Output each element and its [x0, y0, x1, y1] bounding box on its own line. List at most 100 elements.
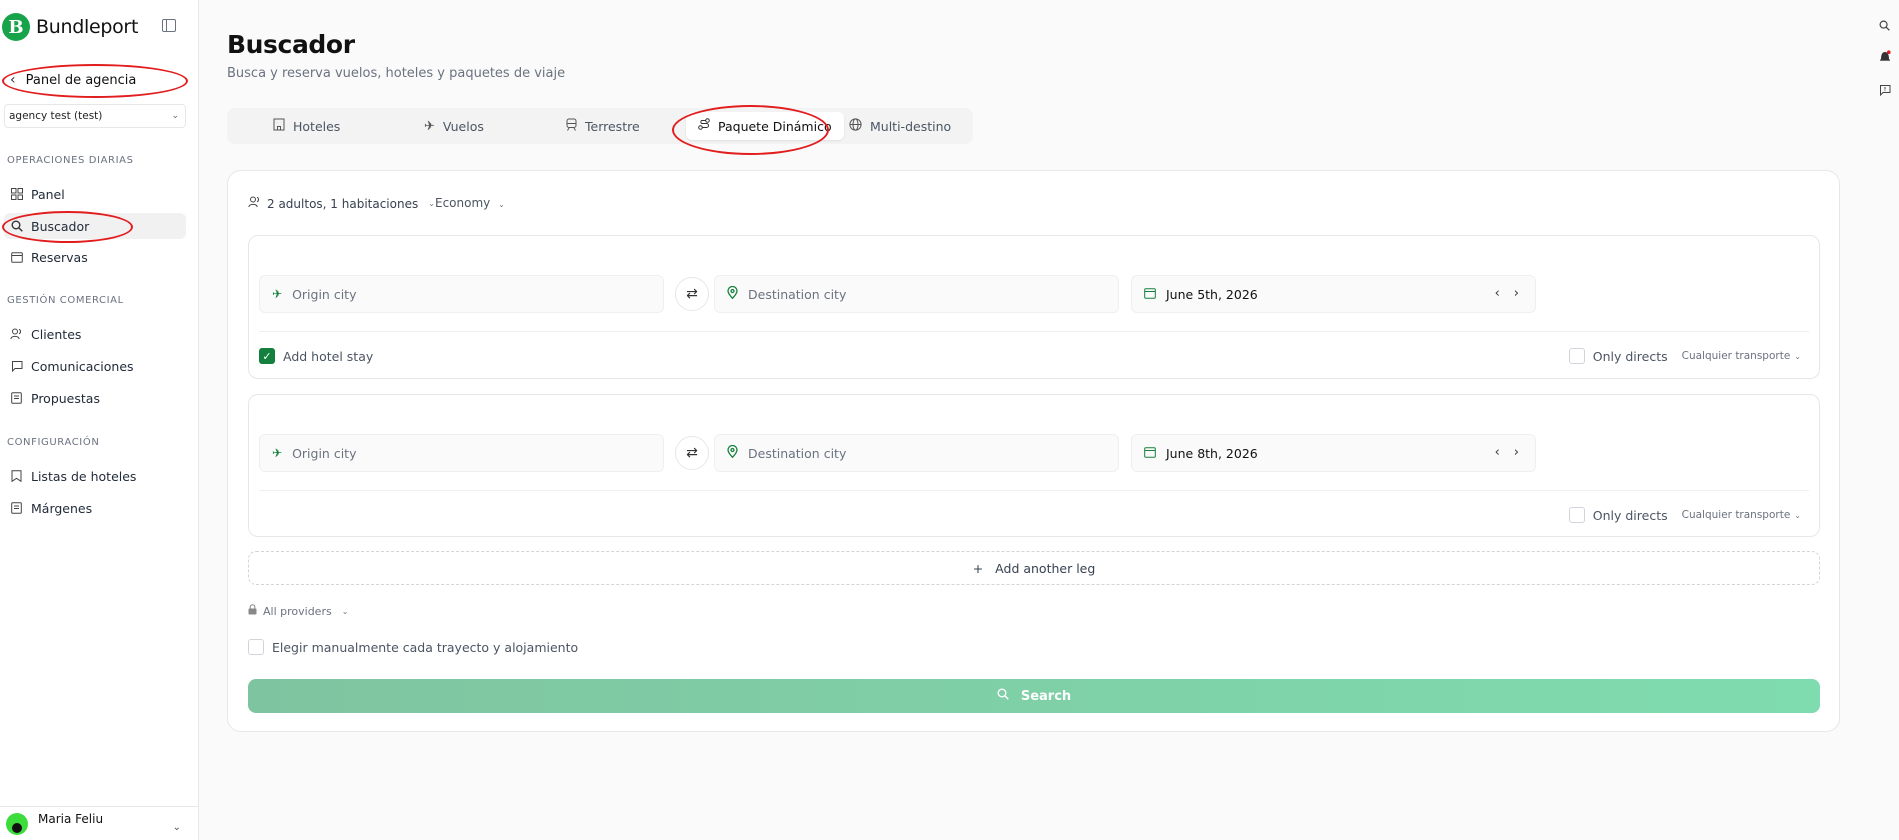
- swap-icon: ⇄: [686, 286, 698, 302]
- date-picker[interactable]: June 5th, 2026 ‹ ›: [1131, 275, 1536, 313]
- user-menu[interactable]: Maria Feliu ⌄: [0, 806, 199, 840]
- feedback-icon[interactable]: [1879, 84, 1891, 99]
- route-icon: [698, 118, 710, 134]
- date-nav: ‹ ›: [1495, 286, 1519, 301]
- destination-city-input[interactable]: Destination city: [714, 434, 1119, 472]
- train-icon: [566, 118, 577, 135]
- origin-city-input[interactable]: ✈ Origin city: [259, 275, 664, 313]
- chevron-down-icon: ⌄: [428, 199, 435, 208]
- sidebar-item-reservas[interactable]: Reservas: [4, 244, 186, 270]
- agency-select[interactable]: agency test (test) ⌄: [4, 104, 186, 128]
- origin-city-input[interactable]: ✈ Origin city: [259, 434, 664, 472]
- chevron-right-icon[interactable]: ›: [1514, 286, 1519, 301]
- only-directs-checkbox[interactable]: [1568, 507, 1585, 523]
- calendar-icon: [1144, 446, 1156, 461]
- sidebar-item-label: Panel: [31, 186, 65, 202]
- tab-vuelos[interactable]: ✈ Vuelos: [424, 108, 484, 144]
- tab-hoteles[interactable]: Hoteles: [273, 108, 340, 144]
- sidebar-item-comunicaciones[interactable]: Comunicaciones: [4, 353, 186, 379]
- sidebar-item-label: Comunicaciones: [31, 358, 134, 374]
- only-directs-label: Only directs: [1592, 507, 1668, 523]
- only-directs-checkbox[interactable]: [1568, 348, 1585, 364]
- cabin-class-select[interactable]: Economy ⌄: [435, 196, 505, 210]
- search-button-label: Search: [1020, 688, 1072, 704]
- providers-value: All providers: [263, 604, 332, 618]
- bell-icon[interactable]: [1879, 50, 1891, 66]
- leg-2-options: Only directs Cualquier transporte ⌄: [1568, 507, 1801, 523]
- destination-city-input[interactable]: Destination city: [714, 275, 1119, 313]
- back-link-label: Panel de agencia: [25, 72, 137, 88]
- sidebar-item-clientes[interactable]: Clientes: [4, 321, 186, 347]
- passengers-select[interactable]: 2 adultos, 1 habitaciones ⌄: [248, 196, 435, 211]
- destination-city-placeholder: Destination city: [748, 445, 847, 461]
- sidebar-item-propuestas[interactable]: Propuestas: [4, 385, 186, 411]
- chevron-right-icon[interactable]: ›: [1514, 445, 1519, 460]
- date-value: June 8th, 2026: [1166, 445, 1258, 461]
- tab-label: Terrestre: [585, 118, 640, 134]
- transport-select[interactable]: Cualquier transporte ⌄: [1682, 509, 1801, 521]
- document-icon: [10, 502, 23, 515]
- plane-icon: ✈: [272, 446, 283, 460]
- swap-button[interactable]: ⇄: [675, 277, 709, 311]
- sidebar-item-listas-hoteles[interactable]: Listas de hoteles: [4, 463, 186, 489]
- document-icon: [10, 392, 23, 405]
- only-directs-label: Only directs: [1592, 348, 1668, 364]
- chat-icon: [10, 360, 23, 373]
- add-hotel-label: Add hotel stay: [283, 348, 374, 364]
- add-hotel-checkbox[interactable]: ✓ Add hotel stay: [259, 348, 373, 364]
- tab-label: Paquete Dinámico: [718, 118, 832, 134]
- add-leg-button[interactable]: + Add another leg: [248, 551, 1820, 585]
- grid-icon: [10, 188, 23, 201]
- tab-paquete-dinamico[interactable]: Paquete Dinámico: [686, 112, 844, 140]
- origin-city-placeholder: Origin city: [292, 445, 357, 461]
- manual-selection-checkbox[interactable]: Elegir manualmente cada trayecto y aloja…: [248, 639, 578, 655]
- check-icon: ✓: [259, 348, 275, 364]
- sidebar-item-label: Reservas: [31, 249, 88, 265]
- transport-select[interactable]: Cualquier transporte ⌄: [1682, 350, 1801, 362]
- search-button[interactable]: Search: [248, 679, 1820, 713]
- bundleport-logo-icon: B: [2, 13, 30, 41]
- sidebar: B Bundleport ‹ Panel de agencia agency t…: [0, 0, 199, 840]
- plus-icon: +: [972, 560, 984, 576]
- chevron-down-icon: ⌄: [1794, 352, 1801, 361]
- sidebar-item-buscador[interactable]: Buscador: [4, 213, 186, 239]
- plane-icon: ✈: [272, 287, 283, 301]
- chevron-down-icon: ⌄: [341, 606, 349, 616]
- checkbox-box: [248, 639, 264, 655]
- tab-label: Multi-destino: [870, 118, 952, 134]
- avatar: [6, 812, 28, 835]
- search-icon[interactable]: [1879, 20, 1890, 34]
- tab-terrestre[interactable]: Terrestre: [566, 108, 640, 144]
- user-name: Maria Feliu: [38, 811, 104, 826]
- providers-select[interactable]: All providers ⌄: [248, 604, 348, 618]
- chevron-left-icon[interactable]: ‹: [1495, 286, 1500, 301]
- back-to-agency-panel[interactable]: ‹ Panel de agencia: [10, 72, 136, 88]
- section-label-configuracion: CONFIGURACIÓN: [7, 437, 100, 448]
- date-picker[interactable]: June 8th, 2026 ‹ ›: [1131, 434, 1536, 472]
- origin-city-placeholder: Origin city: [292, 286, 357, 302]
- transport-value: Cualquier transporte: [1681, 509, 1791, 521]
- chevron-down-icon: ⌄: [1794, 511, 1801, 520]
- chevron-left-icon[interactable]: ‹: [1495, 445, 1500, 460]
- page-subtitle: Busca y reserva vuelos, hoteles y paquet…: [227, 66, 566, 81]
- passengers-value: 2 adultos, 1 habitaciones: [267, 196, 419, 211]
- swap-button[interactable]: ⇄: [675, 436, 709, 470]
- brand-logo[interactable]: B Bundleport: [2, 13, 138, 41]
- search-tabs: Hoteles ✈ Vuelos Terrestre Paquete Dinám…: [227, 108, 973, 144]
- globe-icon: [849, 117, 862, 135]
- calendar-icon: [1144, 287, 1156, 302]
- sidebar-toggle-icon[interactable]: [162, 19, 176, 32]
- sidebar-item-margenes[interactable]: Márgenes: [4, 495, 186, 521]
- divider: [259, 490, 1809, 491]
- swap-icon: ⇄: [686, 445, 698, 461]
- map-pin-icon: [727, 285, 738, 302]
- search-icon: [10, 220, 23, 233]
- brand-name: Bundleport: [36, 16, 139, 38]
- sidebar-item-panel[interactable]: Panel: [4, 181, 186, 207]
- tab-multi-destino[interactable]: Multi-destino: [849, 108, 951, 144]
- agency-select-value: agency test (test): [9, 110, 103, 122]
- bookmark-icon: [10, 470, 23, 483]
- tab-label: Vuelos: [442, 118, 484, 134]
- transport-value: Cualquier transporte: [1681, 350, 1791, 362]
- sidebar-item-label: Propuestas: [31, 390, 100, 406]
